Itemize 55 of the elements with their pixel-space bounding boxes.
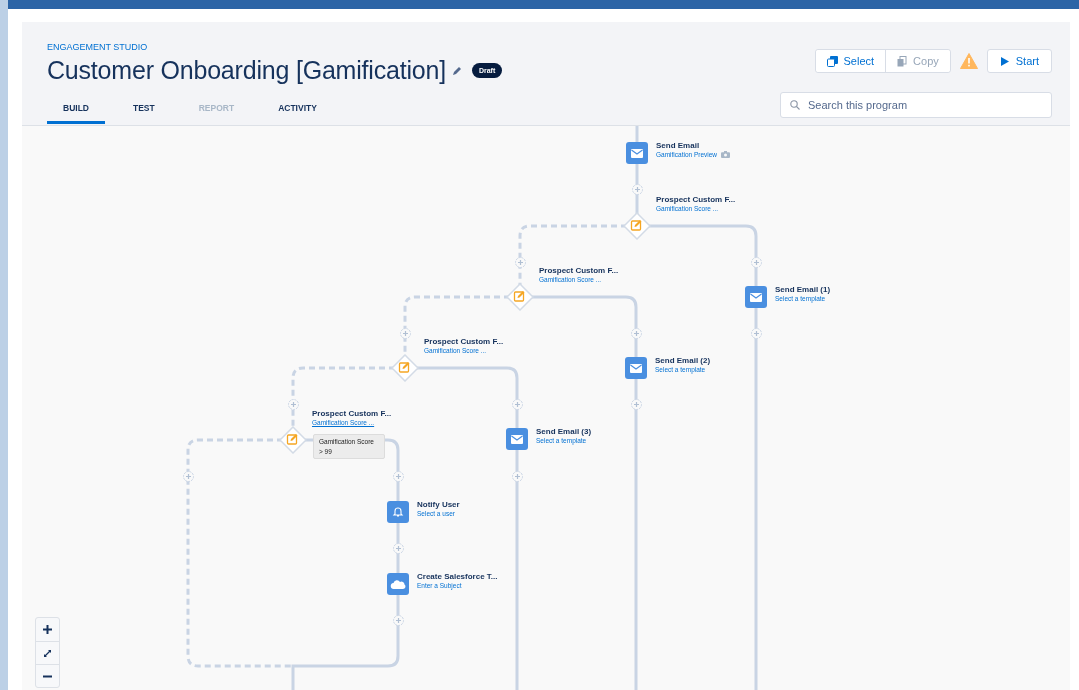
- bell-icon: [392, 506, 404, 518]
- step-title: Prospect Custom F...: [312, 409, 392, 418]
- step-title: Prospect Custom F...: [539, 266, 619, 275]
- step-title: Notify User: [417, 500, 460, 509]
- envelope-icon: [631, 148, 643, 158]
- warning-icon[interactable]: [959, 53, 978, 69]
- step-title: Prospect Custom F...: [424, 337, 504, 346]
- breadcrumb[interactable]: ENGAGEMENT STUDIO: [47, 42, 503, 52]
- cloud-icon: [390, 578, 406, 590]
- step-title: Send Email (1): [775, 285, 831, 294]
- add-step-icon[interactable]: [750, 256, 762, 268]
- add-step-icon[interactable]: [287, 398, 299, 410]
- envelope-icon: [511, 434, 523, 444]
- add-step-icon[interactable]: [392, 542, 404, 554]
- camera-icon[interactable]: [721, 151, 731, 158]
- email-step[interactable]: [626, 142, 648, 164]
- task-step[interactable]: [387, 573, 409, 595]
- play-icon: [1000, 56, 1009, 66]
- step-title: Prospect Custom F...: [656, 195, 736, 204]
- step-title: Send Email: [656, 141, 701, 150]
- envelope-icon: [630, 363, 642, 373]
- add-step-icon[interactable]: [514, 256, 526, 268]
- search-field[interactable]: Search this program: [780, 92, 1052, 118]
- add-step-icon[interactable]: [392, 470, 404, 482]
- program-title: Customer Onboarding [Gamification]: [47, 56, 446, 85]
- select-icon: [826, 55, 838, 67]
- add-step-icon[interactable]: [631, 183, 643, 195]
- expand-icon: [43, 648, 52, 658]
- email-step[interactable]: [625, 357, 647, 379]
- email-step[interactable]: [506, 428, 528, 450]
- add-step-icon[interactable]: [182, 470, 194, 482]
- copy-icon: [897, 55, 908, 67]
- add-step-icon[interactable]: [511, 398, 523, 410]
- edit-diamond-icon[interactable]: [623, 212, 651, 240]
- tab[interactable]: ACTIVITY: [262, 97, 333, 124]
- edit-diamond-icon[interactable]: [391, 354, 419, 382]
- add-step-icon[interactable]: [630, 398, 642, 410]
- email-step[interactable]: [745, 286, 767, 308]
- add-step-icon[interactable]: [511, 470, 523, 482]
- add-step-icon[interactable]: [750, 327, 762, 339]
- add-step-icon[interactable]: [392, 614, 404, 626]
- envelope-icon: [750, 292, 762, 302]
- search-icon: [790, 100, 800, 110]
- pencil-icon[interactable]: [451, 65, 462, 76]
- step-title: Send Email (3): [536, 427, 592, 436]
- plus-icon: [43, 625, 52, 634]
- start-button[interactable]: Start: [986, 49, 1052, 73]
- step-title: Create Salesforce T...: [417, 572, 498, 581]
- tab[interactable]: TEST: [117, 97, 171, 124]
- notify-step[interactable]: [387, 501, 409, 523]
- step-title: Send Email (2): [655, 356, 711, 365]
- add-step-icon[interactable]: [399, 327, 411, 339]
- edit-diamond-icon[interactable]: [506, 283, 534, 311]
- edit-diamond-icon[interactable]: [279, 426, 307, 454]
- add-step-icon[interactable]: [630, 327, 642, 339]
